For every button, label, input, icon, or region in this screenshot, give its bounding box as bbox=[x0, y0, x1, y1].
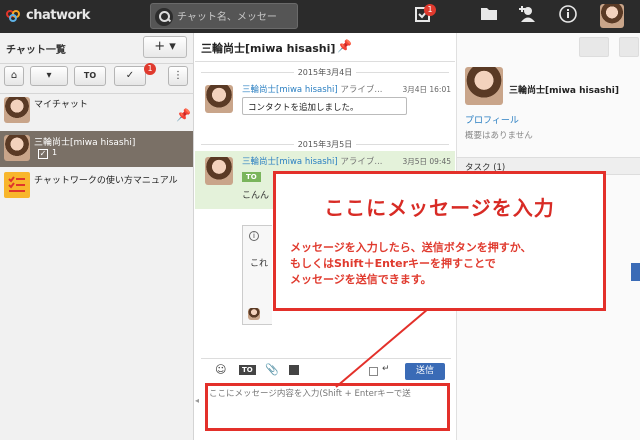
callout-pointer bbox=[335, 308, 429, 388]
sender-name[interactable]: 三輪尚士[miwa hisashi] アライブ... bbox=[242, 155, 383, 167]
task-badge: 1 bbox=[424, 4, 436, 16]
sender-name[interactable]: 三輪尚士[miwa hisashi] アライブ... bbox=[242, 83, 383, 95]
chat-list-sidebar: チャット一覧 + ▾ ⌂ ▾ TO ✓ 1 ⋮ マイチャット 📌 三輪尚士[mi… bbox=[0, 33, 194, 440]
task-add-icon[interactable] bbox=[289, 365, 299, 375]
quoted-avatar bbox=[248, 308, 260, 320]
filter-home[interactable]: ⌂ bbox=[4, 66, 24, 86]
contact-name: 三輪尚士[miwa hisashi] bbox=[509, 86, 619, 96]
to-tag: TO bbox=[242, 172, 261, 182]
callout-line-3: メッセージを送信できます。 bbox=[290, 273, 432, 286]
pin-icon[interactable]: 📌 bbox=[176, 108, 191, 122]
message-time: 3月4日 16:01 bbox=[402, 85, 451, 94]
room-item-mychat[interactable]: マイチャット 📌 bbox=[0, 93, 193, 131]
callout-line-1: メッセージを入力したら、送信ボタンを押すか、 bbox=[290, 241, 532, 254]
message-item[interactable]: 三輪尚士[miwa hisashi] アライブ... 3月4日 16:01 コン… bbox=[195, 79, 455, 129]
logo-icon bbox=[6, 9, 22, 22]
task-check-icon: ✓ bbox=[38, 149, 48, 159]
chatwork-logo[interactable]: chatwork bbox=[6, 8, 90, 23]
contact-avatar[interactable] bbox=[465, 67, 503, 105]
date-label: 2015年3月4日 bbox=[293, 68, 357, 77]
profile-summary: 概要はありません bbox=[465, 131, 533, 141]
room-avatar bbox=[4, 135, 30, 161]
sender-avatar[interactable] bbox=[205, 85, 233, 113]
room-task-count: 1 bbox=[52, 148, 58, 157]
room-pin-icon[interactable]: 📌 bbox=[337, 39, 352, 53]
attach-icon[interactable]: 📎 bbox=[265, 363, 279, 376]
divider bbox=[195, 61, 455, 62]
chat-list-title: チャット一覧 bbox=[6, 45, 66, 56]
sender-avatar[interactable] bbox=[205, 157, 233, 185]
message-time: 3月5日 09:45 bbox=[402, 157, 451, 166]
room-avatar bbox=[4, 97, 30, 123]
date-separator: 2015年3月5日 bbox=[195, 139, 455, 150]
add-contact-icon[interactable] bbox=[515, 5, 537, 27]
date-separator: 2015年3月4日 bbox=[195, 67, 455, 78]
filter-task-badge: 1 bbox=[144, 63, 156, 75]
quoted-text: これ bbox=[250, 259, 269, 269]
manual-icon bbox=[4, 172, 30, 198]
room-title: 三輪尚士[miwa hisashi] bbox=[201, 42, 336, 55]
divider bbox=[0, 63, 194, 64]
collapse-arrow-icon[interactable]: ◂ bbox=[195, 396, 200, 405]
settings-button[interactable] bbox=[619, 37, 639, 57]
filter-to[interactable]: TO bbox=[74, 66, 106, 86]
room-name: 三輪尚士[miwa hisashi] bbox=[34, 138, 136, 148]
info-icon: i bbox=[249, 231, 259, 241]
user-avatar[interactable] bbox=[600, 4, 624, 28]
callout-title: ここにメッセージを入力 bbox=[324, 196, 555, 220]
folder-button[interactable] bbox=[579, 37, 609, 57]
room-item-manual[interactable]: チャットワークの使い方マニュアル bbox=[0, 167, 193, 205]
chat-filters: ⌂ ▾ TO ✓ 1 ⋮ bbox=[4, 63, 190, 88]
quoted-message: i これ bbox=[242, 225, 272, 325]
sender-org: アライブ... bbox=[340, 157, 383, 167]
search-input[interactable] bbox=[177, 8, 295, 26]
emoji-icon[interactable]: ☺ bbox=[215, 363, 226, 376]
add-chat-button[interactable]: + ▾ bbox=[143, 36, 187, 58]
filter-task[interactable]: ✓ bbox=[114, 66, 146, 86]
search-icon[interactable] bbox=[155, 8, 173, 26]
room-name: マイチャット bbox=[34, 100, 88, 110]
filter-unread[interactable]: ▾ bbox=[30, 66, 68, 86]
search-box[interactable] bbox=[150, 3, 298, 29]
callout-line-2: もしくはShift＋Enterキーを押すことで bbox=[290, 257, 496, 270]
annotation-callout: ここにメッセージを入力 メッセージを入力したら、送信ボタンを押すか、 もしくはS… bbox=[273, 171, 606, 311]
to-button[interactable]: TO bbox=[239, 365, 256, 375]
folder-icon[interactable] bbox=[478, 5, 500, 27]
task-action-button[interactable] bbox=[631, 263, 640, 281]
info-icon[interactable] bbox=[557, 5, 579, 27]
date-label: 2015年3月5日 bbox=[293, 140, 357, 149]
room-item-miwa[interactable]: 三輪尚士[miwa hisashi] ✓ 1 bbox=[0, 131, 193, 167]
sender-name-text[interactable]: 三輪尚士[miwa hisashi] bbox=[242, 85, 338, 95]
top-bar: chatwork 1 bbox=[0, 0, 640, 33]
filter-group[interactable]: ⋮ bbox=[168, 66, 188, 86]
message-text: こんん bbox=[242, 191, 270, 201]
logo-text: chatwork bbox=[26, 8, 90, 23]
profile-link[interactable]: プロフィール bbox=[465, 113, 519, 126]
sender-org: アライブ... bbox=[340, 85, 383, 95]
message-text: コンタクトを追加しました。 bbox=[242, 97, 407, 115]
room-name: チャットワークの使い方マニュアル bbox=[34, 176, 178, 186]
sender-name-text[interactable]: 三輪尚士[miwa hisashi] bbox=[242, 157, 338, 167]
callout-body: メッセージを入力したら、送信ボタンを押すか、 もしくはShift＋Enterキー… bbox=[290, 240, 600, 288]
